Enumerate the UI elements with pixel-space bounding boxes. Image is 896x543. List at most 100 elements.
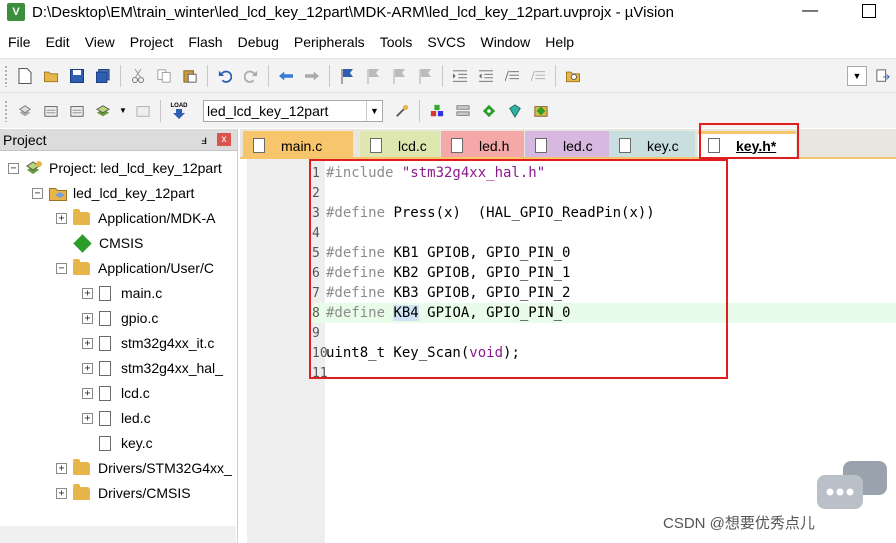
comment-icon[interactable] [502,66,522,86]
paste-icon[interactable] [180,66,200,86]
minimize-button[interactable]: — [799,2,821,22]
open-folder-icon[interactable] [41,66,61,86]
build-icon[interactable] [41,101,61,121]
tab-led-c[interactable]: led.c [525,131,609,157]
tab-key-c[interactable]: key.c [609,131,695,157]
new-file-icon[interactable] [15,66,35,86]
navigate-back-icon[interactable] [276,66,296,86]
menu-help[interactable]: Help [537,34,581,50]
dropdown-button[interactable]: ▼ [847,65,867,86]
find-in-files-icon[interactable] [563,66,583,86]
close-panel-button[interactable]: x [217,133,231,146]
batch-build-icon[interactable] [93,101,113,121]
tree-item-file[interactable]: + lcd.c [82,381,150,405]
select-packs-icon[interactable] [505,101,525,121]
menu-flash[interactable]: Flash [180,34,229,50]
file-icon [370,138,382,153]
tree-item-component[interactable]: CMSIS [56,231,143,255]
stop-build-icon[interactable] [133,101,153,121]
tree-item-file[interactable]: key.c [82,431,153,455]
tree-item-folder[interactable]: + Drivers/STM32G4xx_ [56,456,232,480]
tree-item-folder[interactable]: + Drivers/CMSIS [56,481,191,505]
expand-icon[interactable]: + [56,462,67,474]
tree-item-label: gpio.c [121,310,159,326]
tab-lcd-c[interactable]: lcd.c [360,131,440,157]
expand-icon[interactable]: + [82,337,93,349]
pin-icon[interactable]: ⅎ [201,133,207,147]
toolbar-separator [120,64,121,87]
redo-icon[interactable] [241,66,261,86]
tab-main-c[interactable]: main.c [243,131,353,157]
tree-item-folder-open[interactable]: − Application/User/C [56,256,214,280]
expand-icon[interactable]: + [56,487,67,499]
target-select[interactable]: led_lcd_key_12part ▼ [203,99,383,122]
menu-view[interactable]: View [77,34,122,50]
prev-bookmark-icon[interactable] [363,66,383,86]
tab-led-h[interactable]: led.h [441,131,524,157]
tree-item-label: led_lcd_key_12part [73,185,195,201]
tree-item-target[interactable]: − led_lcd_key_12part [32,181,194,205]
tree-item-folder[interactable]: + Application/MDK-A [56,206,216,230]
translate-icon[interactable] [15,101,35,121]
toolbar-separator [160,99,161,122]
folder-icon [73,483,90,500]
collapse-icon[interactable]: − [56,262,67,274]
toolbar-grip[interactable] [4,64,8,87]
save-all-icon[interactable] [93,66,113,86]
clear-bookmarks-icon[interactable] [415,66,435,86]
tree-item-file[interactable]: + gpio.c [82,306,158,330]
expand-icon[interactable]: + [82,412,93,424]
menu-peripherals[interactable]: Peripherals [286,34,372,50]
batch-dropdown-icon[interactable]: ▼ [119,101,127,121]
collapse-icon[interactable]: − [32,187,43,199]
tree-item-file[interactable]: + stm32g4xx_it.c [82,331,214,355]
file-extensions-icon[interactable] [427,101,447,121]
indent-icon[interactable] [450,66,470,86]
cut-icon[interactable] [128,66,148,86]
file-icon [99,410,111,426]
maximize-button[interactable] [862,4,876,18]
manage-project-items-icon[interactable] [453,101,473,121]
expand-icon[interactable]: + [82,387,93,399]
tree-item-file[interactable]: + led.c [82,406,151,430]
tab-label: led.c [563,137,593,154]
menu-file[interactable]: File [0,34,38,50]
file-icon [99,310,111,326]
menu-tools[interactable]: Tools [372,34,420,50]
export-icon[interactable] [873,66,893,86]
expand-icon[interactable]: + [56,212,67,224]
next-bookmark-icon[interactable] [389,66,409,86]
project-panel-title: Project [3,131,47,148]
uncomment-icon[interactable] [528,66,548,86]
tree-item-project[interactable]: − Project: led_lcd_key_12part [8,156,222,180]
menu-svcs[interactable]: SVCS [419,34,472,50]
save-icon[interactable] [67,66,87,86]
tree-item-file[interactable]: + stm32g4xx_hal_ [82,356,223,380]
load-download-icon[interactable]: LOAD [168,101,190,121]
tree-item-label: key.c [121,435,153,451]
copy-icon[interactable] [154,66,174,86]
bookmark-icon[interactable] [337,66,357,86]
expand-icon[interactable]: + [82,287,93,299]
menu-debug[interactable]: Debug [230,34,286,50]
navigate-forward-icon[interactable] [302,66,322,86]
chevron-down-icon[interactable]: ▼ [366,100,382,121]
horizontal-scrollbar[interactable] [0,526,236,543]
watermark: CSDN @想要优秀点儿 [663,515,815,532]
rebuild-icon[interactable] [67,101,87,121]
menu-edit[interactable]: Edit [38,34,77,50]
target-options-icon[interactable] [392,101,412,121]
pack-installer-icon[interactable] [531,101,551,121]
collapse-icon[interactable]: − [8,162,19,174]
manage-rte-icon[interactable] [479,101,499,121]
menu-project[interactable]: Project [122,34,181,50]
expand-icon[interactable]: + [82,312,93,324]
file-icon [451,138,463,153]
menu-window[interactable]: Window [473,34,538,50]
tree-item-file[interactable]: + main.c [82,281,162,305]
expand-icon[interactable]: + [82,362,93,374]
file-icon [99,360,111,376]
undo-icon[interactable] [215,66,235,86]
unindent-icon[interactable] [476,66,496,86]
toolbar-grip[interactable] [4,99,8,122]
